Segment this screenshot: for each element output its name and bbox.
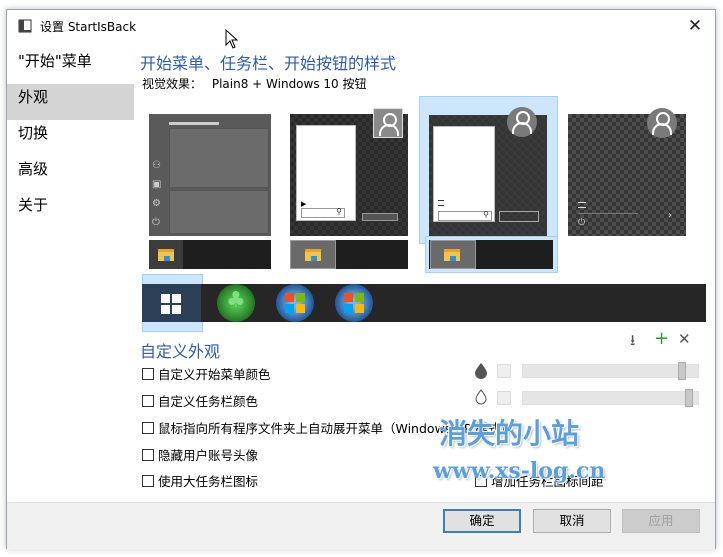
cancel-button[interactable]: 取消 (533, 509, 611, 533)
watermark-url: www.xs-log.cn (433, 458, 606, 484)
hide-user-avatar-option[interactable]: 隐藏用户账号头像 (142, 445, 258, 464)
folder-icon (158, 249, 174, 261)
tile-windows7-search: ⚲ (301, 207, 345, 218)
sidebar-item-advanced[interactable]: 高级 (7, 156, 134, 192)
visual-effect-caption: 视觉效果： (142, 77, 203, 91)
custom-start-menu-color-option[interactable]: 自定义开始菜单颜色 (142, 364, 271, 383)
start-menu-color-swatch[interactable] (497, 364, 511, 378)
orb-windows10[interactable] (142, 284, 201, 322)
custom-start-menu-color-checkbox[interactable] (142, 367, 154, 380)
sidebar-item-start-menu[interactable]: "开始"菜单 (7, 48, 134, 84)
windows-logo-icon (161, 294, 181, 314)
start-menu-opacity-slider[interactable] (522, 362, 699, 380)
folder-icon (305, 249, 321, 261)
user-avatar-icon (373, 108, 403, 138)
style-section-heading: 开始菜单、任务栏、开始按钮的样式 (140, 54, 397, 73)
large-taskbar-icons-checkbox[interactable] (142, 474, 154, 487)
power-icon: ⏻ (578, 218, 586, 228)
ok-button[interactable]: 确定 (443, 509, 521, 533)
tile-windows10-preview: ⚇ ▣ ⚙ ⏻ (149, 114, 271, 236)
pictures-icon: ▣ (152, 179, 162, 190)
mouse-cursor-icon (225, 29, 239, 49)
tile-plain8-shutdown (499, 211, 539, 222)
custom-taskbar-color-option[interactable]: 自定义任务栏颜色 (142, 391, 258, 410)
search-icon: ⚲ (336, 207, 342, 216)
visual-effect-label: 视觉效果： Plain8 + Windows 10 按钮 (142, 75, 367, 92)
large-taskbar-icons-option[interactable]: 使用大任务栏图标 (142, 471, 258, 490)
sidebar-nav: "开始"菜单 外观 切换 高级 关于 (7, 48, 134, 228)
window-close-button[interactable]: ✕ (681, 14, 709, 38)
visual-effect-value: Plain8 + Windows 10 按钮 (211, 77, 367, 91)
custom-start-menu-color-label: 自定义开始菜单颜色 (158, 367, 271, 382)
all-programs-icon (438, 200, 444, 206)
folder-icon (444, 249, 460, 261)
close-icon: ✕ (687, 16, 703, 36)
taskbar-opacity-thumb[interactable] (685, 389, 693, 407)
sidebar-item-appearance[interactable]: 外观 (7, 84, 134, 120)
all-programs-icon (578, 202, 586, 208)
hide-user-avatar-checkbox[interactable] (142, 448, 154, 461)
arrow-right-icon: ▶ (301, 200, 307, 208)
windows-vista-flag-icon (344, 293, 364, 313)
watermark-title: 消失的小站 (439, 417, 580, 450)
tile-windows7-shutdown (362, 213, 398, 221)
orb-windows7[interactable] (276, 284, 314, 322)
gear-icon: ⚙ (152, 198, 161, 209)
taskbar-style-windows7[interactable] (290, 240, 408, 269)
taskbar-opacity-slider[interactable] (522, 389, 699, 407)
style-tile-windows7[interactable]: ▶ ⚲ (290, 108, 408, 236)
style-tile-windows10[interactable]: ⚇ ▣ ⚙ ⏻ (149, 114, 271, 236)
tile-plain8-menu-panel: ⚲ (433, 126, 495, 222)
start-orb-bar: ♣ (142, 284, 706, 322)
plus-icon[interactable]: + (654, 328, 669, 349)
sidebar-item-about[interactable]: 关于 (7, 192, 134, 228)
close-icon[interactable]: ✕ (678, 330, 691, 348)
custom-taskbar-color-label: 自定义任务栏颜色 (158, 394, 259, 409)
user-avatar-icon (647, 108, 677, 138)
window-title: 设置 StartIsBack (40, 20, 137, 34)
tile-plain8-search: ⚲ (438, 210, 492, 221)
power-icon: ⏻ (152, 217, 160, 228)
settings-window: 设置 StartIsBack ✕ "开始"菜单 外观 切换 高级 关于 开始菜单… (6, 9, 716, 550)
startisback-app-icon (18, 19, 32, 33)
user-avatar-icon (507, 107, 537, 137)
start-menu-opacity-thumb[interactable] (678, 362, 686, 380)
custom-taskbar-color-checkbox[interactable] (142, 394, 154, 407)
opacity-drop-outline-icon (475, 389, 487, 405)
download-icon[interactable]: ⭳ (630, 330, 635, 355)
taskbar-color-swatch[interactable] (497, 391, 511, 405)
chevron-right-icon: › (668, 210, 672, 221)
clover-icon: ♣ (226, 288, 246, 313)
taskbar-style-windows10[interactable] (149, 240, 271, 269)
orb-windows-vista[interactable] (335, 284, 373, 322)
windows7-flag-icon (285, 293, 305, 313)
user-icon: ⚇ (152, 160, 161, 171)
custom-appearance-heading: 自定义外观 (140, 342, 221, 361)
title-bar: 设置 StartIsBack ✕ (7, 10, 715, 42)
search-icon: ⚲ (483, 210, 489, 219)
tile-windows7-menu-panel: ▶ ⚲ (296, 125, 356, 221)
opacity-drop-filled-icon (475, 363, 487, 379)
apply-button[interactable]: 应用 (622, 509, 700, 533)
xp-style-expand-checkbox[interactable] (142, 421, 154, 434)
taskbar-style-plain8-selected[interactable] (425, 236, 558, 273)
orb-clover[interactable]: ♣ (217, 284, 255, 322)
style-tile-plain8-dark[interactable]: ⏻ › (568, 108, 686, 236)
style-tile-plain8-selected[interactable]: ⚲ (419, 96, 558, 244)
large-taskbar-icons-label: 使用大任务栏图标 (158, 474, 259, 489)
sidebar-item-switching[interactable]: 切换 (7, 120, 134, 156)
hide-user-avatar-label: 隐藏用户账号头像 (158, 448, 259, 463)
